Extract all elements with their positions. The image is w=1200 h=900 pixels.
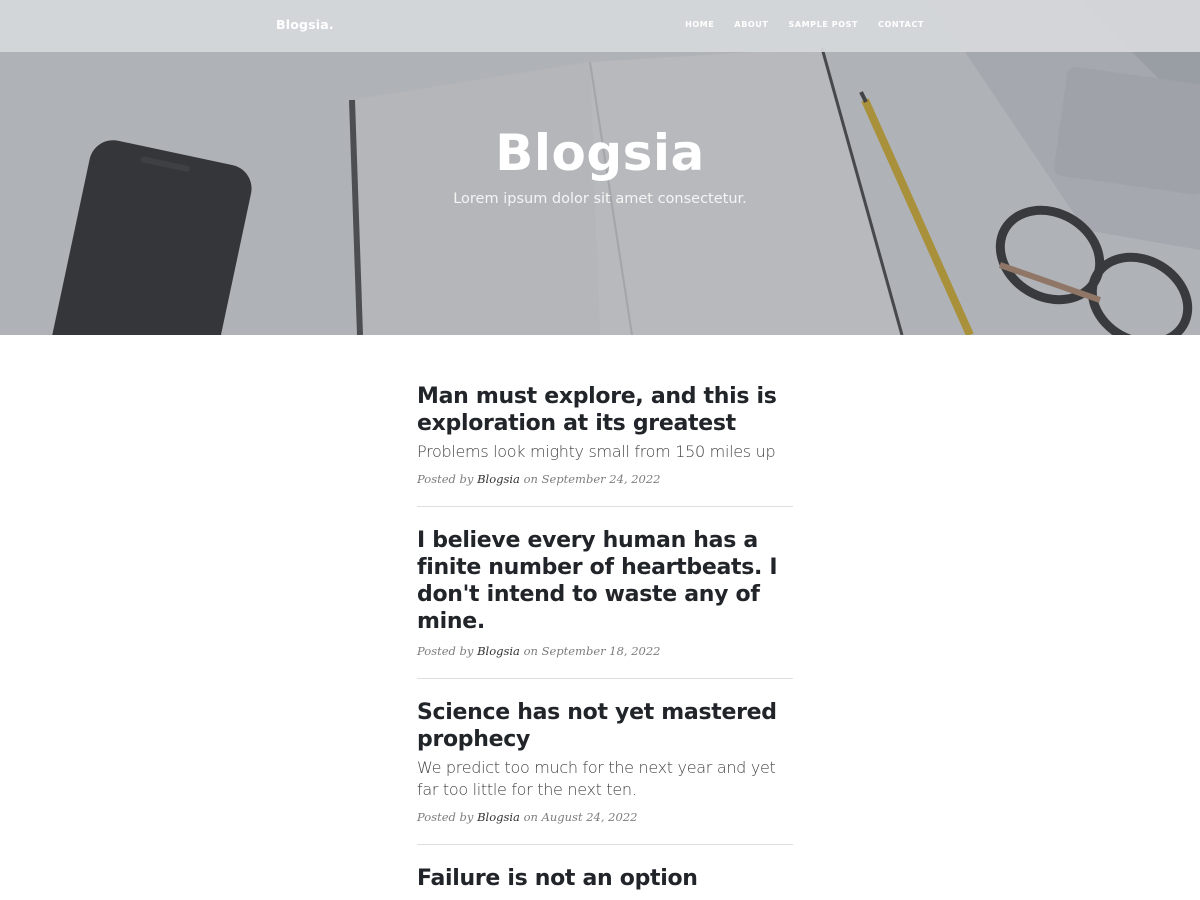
post-meta-prefix: Posted by <box>417 472 474 486</box>
site-title: Blogsia <box>495 124 705 182</box>
nav-links: HOME ABOUT SAMPLE POST CONTACT <box>685 20 924 29</box>
nav-link-about[interactable]: ABOUT <box>734 20 768 29</box>
brand-logo-link[interactable]: Blogsia. <box>276 17 334 32</box>
site-subtitle: Lorem ipsum dolor sit amet consectetur. <box>453 191 747 207</box>
post-preview[interactable]: Science has not yet mastered prophecy We… <box>417 699 793 845</box>
post-author-link[interactable]: Blogsia <box>477 472 520 486</box>
post-title[interactable]: Science has not yet mastered prophecy <box>417 699 793 753</box>
post-subtitle[interactable]: Problems look mighty small from 150 mile… <box>417 441 793 463</box>
post-meta-prefix: Posted by <box>417 644 474 658</box>
post-meta-prefix: Posted by <box>417 810 474 824</box>
post-preview[interactable]: I believe every human has a finite numbe… <box>417 527 793 679</box>
post-author-link[interactable]: Blogsia <box>477 644 520 658</box>
post-date: August 24, 2022 <box>541 810 638 824</box>
post-preview[interactable]: Failure is not an option <box>417 865 793 900</box>
post-date: September 18, 2022 <box>541 644 661 658</box>
top-navbar: Blogsia. HOME ABOUT SAMPLE POST CONTACT <box>0 0 1200 52</box>
post-title[interactable]: I believe every human has a finite numbe… <box>417 527 793 635</box>
nav-link-contact[interactable]: CONTACT <box>878 20 924 29</box>
post-meta: Posted by Blogsia on August 24, 2022 <box>417 810 793 824</box>
post-date: September 24, 2022 <box>541 472 661 486</box>
post-author-link[interactable]: Blogsia <box>477 810 520 824</box>
post-preview[interactable]: Man must explore, and this is exploratio… <box>417 383 793 507</box>
nav-link-home[interactable]: HOME <box>685 20 714 29</box>
post-list: Man must explore, and this is exploratio… <box>417 383 793 900</box>
nav-link-sample-post[interactable]: SAMPLE POST <box>788 20 858 29</box>
post-title[interactable]: Man must explore, and this is exploratio… <box>417 383 793 437</box>
post-meta: Posted by Blogsia on September 24, 2022 <box>417 472 793 486</box>
post-meta-on: on <box>523 810 538 824</box>
post-meta-on: on <box>523 472 538 486</box>
post-meta: Posted by Blogsia on September 18, 2022 <box>417 644 793 658</box>
post-title[interactable]: Failure is not an option <box>417 865 793 892</box>
post-subtitle[interactable]: We predict too much for the next year an… <box>417 757 793 801</box>
post-meta-on: on <box>523 644 538 658</box>
